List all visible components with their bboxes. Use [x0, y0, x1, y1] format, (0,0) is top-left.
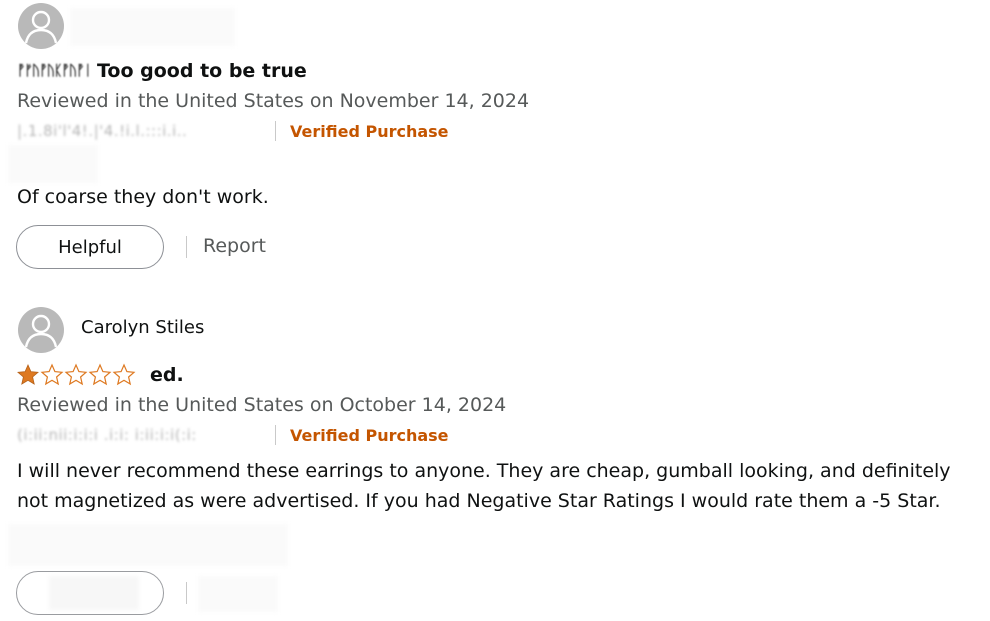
default-user-avatar-icon: [24, 314, 58, 348]
review-title-row: ed.: [16, 363, 184, 387]
avatar[interactable]: [18, 307, 64, 353]
obscured-block: [198, 576, 278, 612]
star-rating[interactable]: [16, 363, 136, 387]
helpful-button[interactable]: [16, 571, 164, 615]
reviews-page: ᚡᚠᚢᚡᚢᛕᚡᚢᚡᛁ Too good to be true Reviewed …: [0, 0, 990, 621]
report-link[interactable]: Report: [203, 235, 266, 257]
avatar[interactable]: [18, 3, 64, 49]
star-icon: [40, 363, 64, 386]
divider: [275, 425, 276, 445]
review-body: Of coarse they don't work.: [17, 186, 269, 208]
verified-purchase-badge: Verified Purchase: [290, 425, 449, 445]
review-meta-row: |.1.8i'l'4!.|'4.!i.l.:::i.i.. Verified P…: [17, 121, 449, 141]
review-body: I will never recommend these earrings to…: [17, 460, 951, 512]
obscured-reviewer-name: [70, 8, 235, 46]
obscured-block: [8, 524, 288, 566]
divider: [186, 236, 187, 258]
reviewer-name[interactable]: Carolyn Stiles: [81, 317, 204, 338]
review-title[interactable]: Too good to be true: [97, 60, 307, 82]
obscured-product-variant: (i:ii:nii:i:i:i .i:i: i:ii:i:i(:i:: [17, 426, 197, 444]
obscured-product-variant: |.1.8i'l'4!.|'4.!i.l.:::i.i..: [17, 122, 188, 140]
star-icon: [17, 364, 39, 385]
verified-purchase-badge: Verified Purchase: [290, 121, 449, 141]
review-title[interactable]: ed.: [150, 364, 184, 386]
default-user-avatar-icon: [24, 10, 58, 44]
star-icon: [88, 363, 112, 386]
review-date: Reviewed in the United States on October…: [17, 394, 507, 416]
review-date: Reviewed in the United States on Novembe…: [17, 90, 530, 112]
star-icon: [64, 363, 88, 386]
obscured-block: [49, 576, 139, 610]
helpful-button[interactable]: Helpful: [16, 225, 164, 269]
review-meta-row: (i:ii:nii:i:i:i .i:i: i:ii:i:i(:i: Verif…: [17, 425, 449, 445]
divider: [275, 121, 276, 141]
review-title-row: ᚡᚠᚢᚡᚢᛕᚡᚢᚡᛁ Too good to be true: [17, 60, 307, 82]
divider: [186, 582, 187, 604]
obscured-block: [8, 145, 98, 183]
obscured-rating: ᚡᚠᚢᚡᚢᛕᚡᚢᚡᛁ: [17, 63, 92, 79]
star-icon: [112, 363, 136, 386]
